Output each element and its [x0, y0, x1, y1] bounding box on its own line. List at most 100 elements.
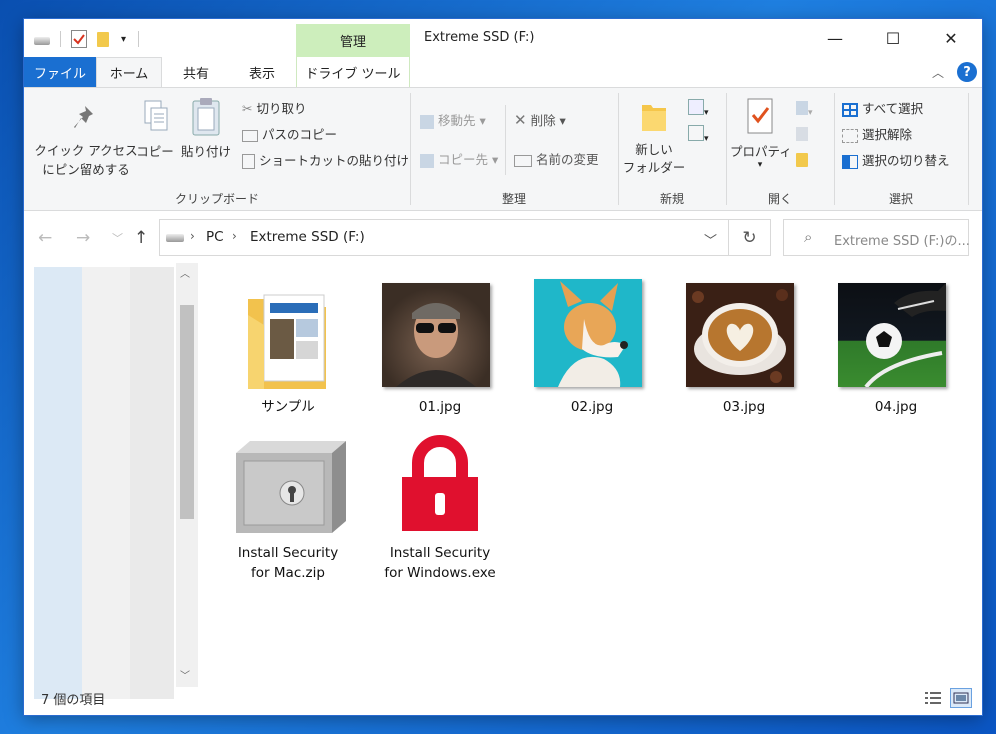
nav-pane-blurred-cell [130, 603, 174, 651]
refresh-button[interactable]: ↻ [729, 219, 771, 256]
pin-quick-access-button[interactable]: クイック アクセス にピン留めする [34, 99, 138, 183]
nav-pane-blurred-cell [34, 315, 82, 363]
recent-locations-chevron-icon[interactable]: ﹀ [112, 230, 123, 246]
new-folder-button[interactable]: 新しい フォルダー [622, 99, 686, 177]
invert-selection-button[interactable]: 選択の切り替え [842, 150, 950, 169]
manage-tab-group: 管理 [296, 24, 410, 57]
paste-icon [192, 98, 220, 136]
file-item-02[interactable]: 02.jpg [522, 277, 662, 427]
file-item-mac-zip[interactable]: Install Security for Mac.zip [218, 433, 358, 593]
paste-button[interactable]: 貼り付け [180, 97, 232, 160]
move-to-label: 移動先 [437, 113, 476, 128]
close-button[interactable]: ✕ [922, 19, 980, 57]
open-button[interactable]: ▾ [796, 101, 813, 119]
new-folder-icon [642, 105, 666, 131]
photo-thumbnail-man [382, 283, 490, 387]
nav-pane-blurred-cell [130, 507, 174, 555]
select-group-label: 選択 [888, 192, 913, 206]
copy-to-button[interactable]: コピー先 ▾ [420, 149, 498, 168]
new-folder-label-line1: 新しい [635, 142, 673, 157]
select-none-button[interactable]: 選択解除 [842, 124, 912, 143]
search-box[interactable]: ⌕ Extreme SSD (F:)の... [783, 219, 970, 256]
new-item-button[interactable]: ▾ [688, 99, 709, 119]
new-folder-label-line2: フォルダー [622, 160, 686, 175]
properties-icon [747, 98, 773, 134]
tab-file[interactable]: ファイル [24, 57, 96, 87]
history-icon [796, 153, 808, 167]
select-all-button[interactable]: すべて選択 [842, 98, 923, 117]
breadcrumb-drive[interactable]: Extreme SSD (F:) [250, 229, 365, 245]
properties-button[interactable]: プロパティ ▾ [730, 97, 792, 170]
address-bar[interactable]: › PC › Extreme SSD (F:) ﹀ [159, 219, 729, 256]
new-group-label: 新規 [659, 192, 684, 206]
scroll-down-chevron-icon[interactable]: ﹀ [180, 667, 190, 682]
delete-x-icon: ✕ [514, 111, 527, 129]
breadcrumb-pc[interactable]: PC [206, 229, 224, 245]
safe-icon [236, 441, 346, 533]
address-dropdown-chevron-icon[interactable]: ﹀ [704, 230, 717, 249]
edit-icon [796, 127, 808, 141]
open-group-label: 開く [767, 192, 792, 206]
file-name: 02.jpg [570, 399, 614, 415]
nav-pane-blurred-cell [34, 555, 82, 603]
new-folder-small-icon[interactable] [97, 31, 109, 47]
file-name-line1: Install Security [389, 545, 491, 561]
paste-shortcut-icon [242, 154, 255, 169]
scroll-up-chevron-icon[interactable]: ︿ [180, 265, 190, 280]
tab-view[interactable]: 表示 [230, 57, 294, 87]
edit-button[interactable] [796, 127, 808, 145]
nav-pane-blurred-cell [82, 315, 130, 363]
paste-label: 貼り付け [180, 144, 231, 159]
details-view-button[interactable] [922, 688, 944, 708]
nav-pane-blurred-cell [34, 459, 82, 507]
large-icons-view-button[interactable] [950, 688, 972, 708]
nav-pane-blurred-cell [82, 555, 130, 603]
copy-button[interactable]: コピー [134, 99, 176, 160]
drive-icon [166, 234, 184, 242]
organize-inner-separator [505, 105, 506, 175]
file-item-03[interactable]: 03.jpg [674, 277, 814, 427]
file-item-windows-exe[interactable]: Install Security for Windows.exe [370, 433, 510, 593]
easy-access-button[interactable]: ▾ [688, 125, 709, 145]
file-name-line1: Install Security [237, 545, 339, 561]
navigation-pane[interactable] [34, 267, 174, 699]
minimize-button[interactable]: — [806, 19, 864, 57]
up-button[interactable]: ↑ [134, 228, 148, 248]
nav-scrollbar-thumb[interactable] [180, 305, 194, 519]
copy-to-icon [420, 153, 434, 168]
copy-path-button[interactable]: パスのコピー [242, 124, 337, 143]
properties-check-icon[interactable] [71, 30, 87, 48]
search-icon: ⌕ [804, 228, 813, 246]
rename-button[interactable]: 名前の変更 [514, 149, 599, 168]
select-all-label: すべて選択 [861, 101, 924, 116]
paste-shortcut-button[interactable]: ショートカットの貼り付け [242, 150, 409, 169]
cut-button[interactable]: ✂ 切り取り [242, 98, 306, 117]
help-icon[interactable]: ? [957, 62, 977, 82]
file-item-04[interactable]: 04.jpg [826, 277, 966, 427]
pin-icon [74, 106, 93, 128]
details-view-icon [925, 692, 941, 704]
drive-icon[interactable] [34, 37, 50, 45]
file-item-folder[interactable]: サンプル [218, 277, 358, 427]
nav-pane-blurred-cell [130, 363, 174, 411]
open-icon [796, 101, 808, 115]
paste-shortcut-label: ショートカットの貼り付け [258, 153, 409, 168]
file-item-01[interactable]: 01.jpg [370, 277, 510, 427]
back-button[interactable]: ← [38, 228, 52, 248]
customize-dropdown-icon[interactable]: ▾ [121, 34, 126, 45]
lock-icon [402, 435, 478, 531]
move-to-button[interactable]: 移動先 ▾ [420, 110, 486, 129]
tab-home[interactable]: ホーム [96, 57, 162, 87]
invert-selection-icon [842, 154, 858, 169]
group-separator [410, 93, 411, 205]
forward-button[interactable]: → [76, 228, 90, 248]
maximize-button[interactable]: ☐ [864, 19, 922, 57]
delete-button[interactable]: ✕ 削除 ▾ [514, 110, 566, 129]
folder-icon [248, 294, 326, 389]
group-separator [618, 93, 619, 205]
tab-share[interactable]: 共有 [164, 57, 228, 87]
collapse-ribbon-chevron-icon[interactable]: ︿ [932, 64, 944, 81]
tab-drive-tools[interactable]: ドライブ ツール [296, 57, 410, 87]
history-button[interactable] [796, 153, 808, 171]
nav-pane-blurred-cell [130, 411, 174, 459]
